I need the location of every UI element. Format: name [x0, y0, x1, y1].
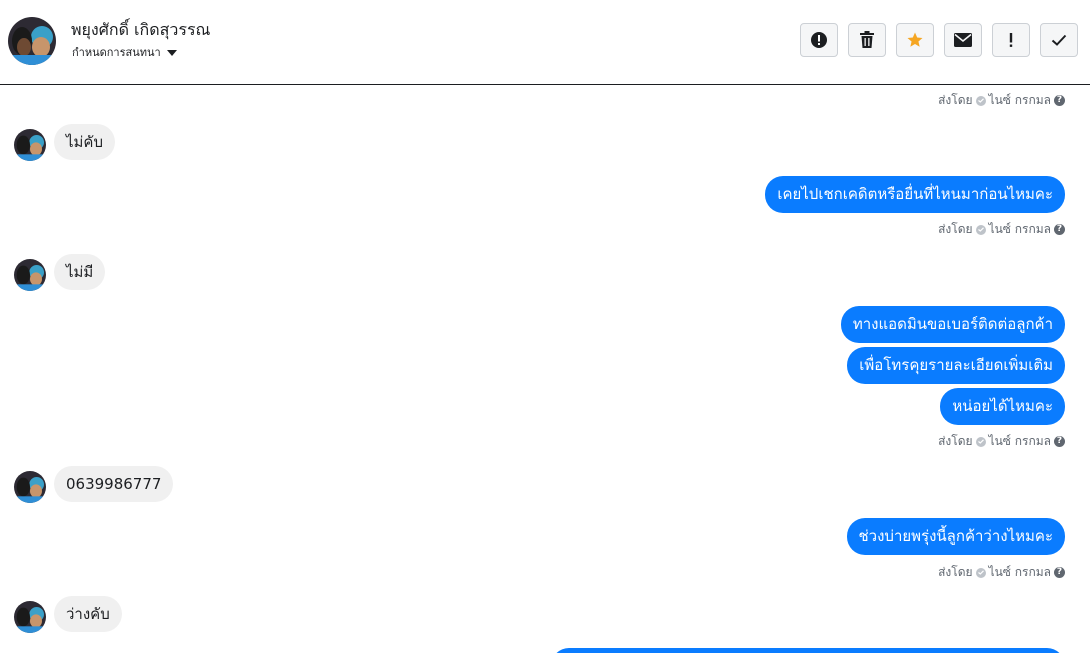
sent-check-icon: [975, 436, 986, 447]
envelope-icon: [954, 33, 972, 47]
outgoing-message[interactable]: เคยไปเชกเคดิตหรือยื่นที่ไหนมาก่อนไหมคะ: [765, 176, 1065, 213]
trash-icon: [860, 31, 874, 48]
avatar: [14, 129, 46, 161]
help-icon[interactable]: ?: [1054, 436, 1065, 447]
caret-down-icon: [166, 50, 177, 56]
sent-by-agent: ไนซ์ กรกมล: [988, 434, 1051, 448]
incoming-message[interactable]: ไม่มี: [54, 254, 106, 290]
sent-check-icon: [975, 224, 986, 235]
help-icon[interactable]: ?: [1054, 224, 1065, 235]
sent-by-label: ส่งโดย ไนซ์ กรกมล ?: [938, 432, 1065, 451]
assign-label: กำหนดการสนทนา: [72, 46, 161, 59]
contact-name: พยุงศักดิ์ เกิดสุวรรณ: [71, 20, 211, 39]
avatar: [14, 601, 46, 633]
assign-conversation-dropdown[interactable]: กำหนดการสนทนา: [72, 43, 177, 61]
check-icon: [1051, 34, 1067, 46]
sent-by-label: ส่งโดย ไนซ์ กรกมล ?: [938, 91, 1065, 110]
outgoing-message[interactable]: ช่วงบ่ายพรุ่งนี้ลูกค้าว่างไหมคะ: [846, 518, 1065, 555]
contact-avatar[interactable]: [8, 17, 56, 65]
incoming-message[interactable]: ไม่คับ: [54, 124, 115, 160]
sent-by-prefix: ส่งโดย: [938, 565, 973, 579]
sent-by-label: ส่งโดย ไนซ์ กรกมล ?: [938, 220, 1065, 239]
alert-circle-icon: [811, 32, 827, 48]
sent-by-agent: ไนซ์ กรกมล: [988, 93, 1051, 107]
star-button[interactable]: [896, 23, 934, 57]
done-button[interactable]: [1040, 23, 1078, 57]
help-icon[interactable]: ?: [1054, 567, 1065, 578]
outgoing-message-partial[interactable]: [551, 648, 1065, 653]
priority-button[interactable]: [992, 23, 1030, 57]
mark-unread-button[interactable]: [944, 23, 982, 57]
outgoing-message[interactable]: หน่อยได้ไหมคะ: [940, 388, 1065, 425]
sent-by-agent: ไนซ์ กรกมล: [988, 222, 1051, 236]
sent-by-prefix: ส่งโดย: [938, 434, 973, 448]
star-icon: [907, 32, 923, 47]
sent-check-icon: [975, 567, 986, 578]
sent-by-label: ส่งโดย ไนซ์ กรกมล ?: [938, 563, 1065, 582]
outgoing-message[interactable]: เพื่อโทรคุยรายละเอียดเพิ่มเติม: [847, 347, 1065, 384]
help-icon[interactable]: ?: [1054, 95, 1065, 106]
message-thread[interactable]: ส่งโดย ไนซ์ กรกมล ? ไม่คับ เคยไปเชกเคดิต…: [0, 86, 1090, 653]
outgoing-message[interactable]: ทางแอดมินขอเบอร์ติดต่อลูกค้า: [840, 306, 1065, 343]
exclamation-icon: [1009, 33, 1013, 47]
avatar: [14, 471, 46, 503]
incoming-message[interactable]: 0639986777: [54, 466, 174, 502]
conversation-header: พยุงศักดิ์ เกิดสุวรรณ กำหนดการสนทนา: [0, 0, 1090, 85]
sent-by-prefix: ส่งโดย: [938, 222, 973, 236]
alert-button[interactable]: [800, 23, 838, 57]
sent-check-icon: [975, 95, 986, 106]
sent-by-agent: ไนซ์ กรกมล: [988, 565, 1051, 579]
sent-by-prefix: ส่งโดย: [938, 93, 973, 107]
incoming-message[interactable]: ว่างคับ: [54, 596, 122, 632]
avatar: [14, 259, 46, 291]
delete-button[interactable]: [848, 23, 886, 57]
